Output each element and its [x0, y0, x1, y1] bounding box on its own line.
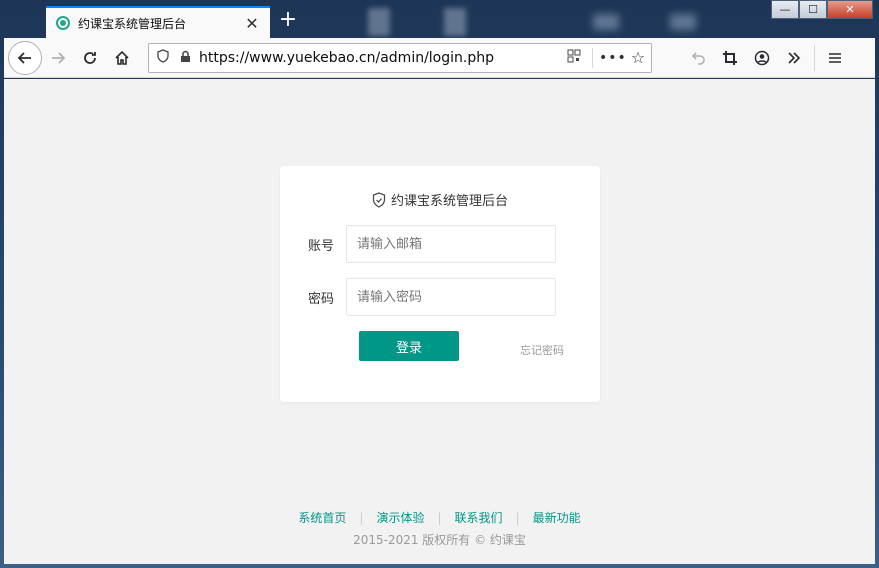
url-text[interactable]: https://www.yuekebao.cn/admin/login.php	[199, 50, 562, 66]
blurred-desktop-icon	[444, 8, 466, 36]
forward-button[interactable]	[42, 42, 74, 74]
account-row: 账号	[280, 225, 556, 263]
footer-link-home[interactable]: 系统首页	[298, 509, 346, 526]
blurred-desktop-icon	[593, 14, 619, 30]
site-favicon-icon	[56, 16, 70, 30]
page-actions-more-icon[interactable]: •••	[599, 50, 626, 66]
footer-link-new-features[interactable]: 最新功能	[533, 509, 581, 526]
password-row: 密码	[280, 278, 556, 316]
window-controls: — ☐ ✕	[771, 0, 873, 19]
password-field[interactable]	[346, 278, 556, 316]
reload-button[interactable]	[74, 42, 106, 74]
titlebar: — ☐ ✕ 约课宝系统管理后台 ✕ +	[0, 0, 879, 38]
toolbar-right	[682, 42, 851, 74]
undo-icon[interactable]	[682, 42, 714, 74]
footer-separator: |	[437, 510, 442, 525]
page-content: 约课宝系统管理后台 账号 密码 登录 忘记密码 系统首页 | 演示体验 | 联系…	[4, 79, 875, 564]
minimize-button[interactable]: —	[771, 0, 799, 19]
tracking-shield-icon[interactable]	[149, 48, 177, 67]
divider	[592, 47, 593, 68]
copyright-text: 2015-2021 版权所有 © 约课宝	[353, 533, 526, 547]
login-button[interactable]: 登录	[359, 331, 459, 361]
bookmark-star-icon[interactable]: ☆	[625, 48, 651, 67]
footer-separator: |	[359, 510, 364, 525]
new-tab-button[interactable]: +	[276, 9, 300, 33]
reload-icon	[84, 51, 96, 64]
blurred-desktop-icon	[670, 14, 696, 30]
screenshot-crop-icon[interactable]	[714, 42, 746, 74]
blurred-desktop-icon	[368, 8, 390, 36]
footer-link-demo[interactable]: 演示体验	[376, 509, 424, 526]
nav-toolbar: https://www.yuekebao.cn/admin/login.php …	[4, 38, 875, 78]
tab-close-icon[interactable]: ✕	[244, 14, 260, 33]
page-footer: 系统首页 | 演示体验 | 联系我们 | 最新功能 2015-2021 版权所有…	[4, 509, 875, 548]
overflow-chevron-icon[interactable]	[778, 42, 810, 74]
forward-arrow-icon	[52, 51, 66, 64]
login-title-text: 约课宝系统管理后台	[390, 194, 508, 209]
footer-link-contact[interactable]: 联系我们	[455, 509, 503, 526]
browser-window: — ☐ ✕ 约课宝系统管理后台 ✕ + https://www.yuekebao…	[0, 0, 879, 568]
back-arrow-icon	[17, 51, 31, 64]
back-button[interactable]	[8, 40, 42, 75]
login-title: 约课宝系统管理后台	[280, 190, 600, 209]
account-icon[interactable]	[746, 42, 778, 74]
login-card: 约课宝系统管理后台 账号 密码 登录 忘记密码	[280, 166, 600, 402]
account-label: 账号	[307, 238, 334, 254]
footer-links: 系统首页 | 演示体验 | 联系我们 | 最新功能	[4, 509, 875, 526]
home-icon	[115, 50, 129, 65]
password-label: 密码	[307, 291, 334, 307]
maximize-button[interactable]: ☐	[799, 0, 827, 19]
home-button[interactable]	[106, 42, 138, 74]
address-bar[interactable]: https://www.yuekebao.cn/admin/login.php …	[148, 42, 652, 73]
divider	[814, 44, 815, 71]
qr-code-icon[interactable]	[562, 49, 586, 67]
lock-icon[interactable]	[177, 50, 193, 66]
hamburger-menu-icon[interactable]	[819, 42, 851, 74]
close-window-button[interactable]: ✕	[827, 0, 873, 19]
forgot-password-link[interactable]: 忘记密码	[520, 342, 564, 358]
shield-check-icon	[372, 191, 386, 208]
email-field[interactable]	[346, 225, 556, 263]
active-tab[interactable]: 约课宝系统管理后台 ✕	[46, 6, 270, 38]
footer-separator: |	[515, 510, 520, 525]
tab-title: 约课宝系统管理后台	[78, 16, 187, 31]
